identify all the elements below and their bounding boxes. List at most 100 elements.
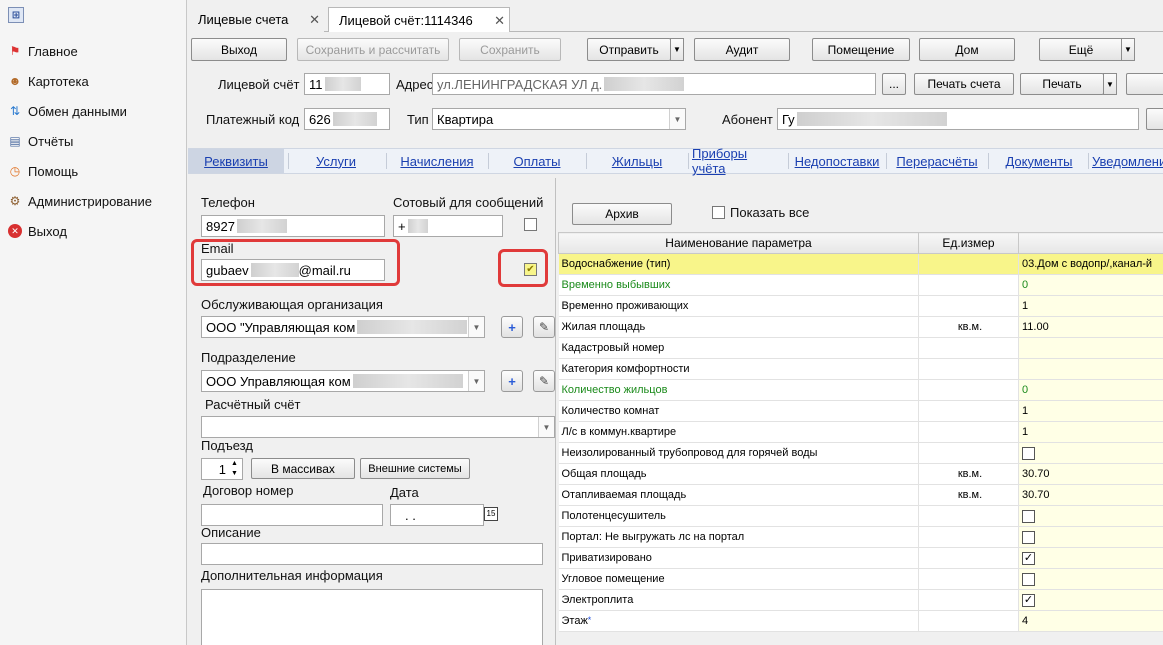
calendar-icon[interactable]: 15 [484,507,498,521]
table-row[interactable]: Жилая площадь кв.м. 11.00 [558,316,1163,338]
more-dropdown-icon[interactable]: ▼ [1121,38,1135,61]
extra-info-textarea[interactable] [201,589,543,645]
tab-shortfalls[interactable]: Недопоставки [792,149,882,173]
table-row[interactable]: Общая площадь кв.м. 30.70 [558,463,1163,485]
table-row[interactable]: Временно проживающих 1 [558,295,1163,317]
param-value-cell[interactable]: 0 [1018,274,1163,296]
mobile-checkbox[interactable] [524,218,537,231]
param-value-cell[interactable]: ✓ [1018,589,1163,611]
tab-requisites[interactable]: Реквизиты [188,149,284,173]
table-row[interactable]: Полотенцесушитель [558,505,1163,527]
external-systems-button[interactable]: Внешние системы [360,458,470,479]
sidebar-item-cardfile[interactable]: ☻ Картотека [0,66,186,96]
tab-documents[interactable]: Документы [994,149,1084,173]
show-all-checkbox[interactable] [712,206,725,219]
param-value-cell[interactable]: 03.Дом с водопр/,канал-й [1018,253,1163,275]
param-checkbox[interactable] [1022,530,1035,544]
sidebar-item-main[interactable]: ⚑ Главное [0,36,186,66]
arrays-button[interactable]: В массивах [251,458,355,479]
address-browse-button[interactable]: ... [882,73,906,95]
table-row[interactable]: Приватизировано ✓ [558,547,1163,569]
contract-field[interactable] [201,504,383,526]
close-icon[interactable]: ✕ [494,13,505,29]
param-value-cell[interactable]: ✓ [1018,547,1163,569]
tab-residents[interactable]: Жильцы [592,149,682,173]
table-row[interactable]: Неизолированный трубопровод для горячей … [558,442,1163,464]
tab-recalculations[interactable]: Перерасчёты [892,149,982,173]
table-row[interactable]: Водоснабжение (тип) 03.Дом с водопр/,кана… [558,253,1163,275]
entrance-stepper[interactable]: 1 ▲ ▼ [201,458,243,480]
param-checkbox[interactable] [1022,572,1035,586]
edit-org-button[interactable]: ✎ [533,316,555,338]
description-field[interactable] [201,543,543,565]
tab-charges[interactable]: Начисления [392,149,482,173]
param-value-cell[interactable]: 11.00 [1018,316,1163,338]
param-value-cell[interactable]: 1 [1018,400,1163,422]
param-value-cell[interactable] [1018,526,1163,548]
division-select[interactable]: ООО Управляющая ком ▼ [201,370,485,392]
table-row[interactable]: Л/с в коммун.квартире 1 [558,421,1163,443]
param-value-cell[interactable]: 4 [1018,610,1163,632]
org-select[interactable]: ООО "Управляющая ком ▼ [201,316,485,338]
sidebar-item-help[interactable]: ◷ Помощь [0,156,186,186]
column-header-name[interactable]: Наименование параметра [558,232,919,254]
table-row[interactable]: Категория комфортности [558,358,1163,380]
send-dropdown-icon[interactable]: ▼ [670,38,684,61]
tab-payments[interactable]: Оплаты [494,149,580,173]
table-row[interactable]: Портал: Не выгружать лс на портал [558,526,1163,548]
table-row[interactable]: Количество комнат 1 [558,400,1163,422]
app-menu-icon[interactable]: ⊞ [8,7,24,23]
save-calc-button[interactable]: Сохранить и рассчитать [297,38,449,61]
subscriber-field[interactable]: Гу [777,108,1139,130]
chevron-down-icon[interactable]: ▼ [538,417,554,437]
param-checkbox[interactable] [1022,446,1035,460]
house-button[interactable]: Дом [919,38,1015,61]
close-icon[interactable]: ✕ [309,12,320,28]
archive-button[interactable]: Архив [572,203,672,225]
premises-button[interactable]: Помещение [812,38,910,61]
account-number-field[interactable]: 11 [304,73,390,95]
print-button[interactable]: Печать [1020,73,1104,95]
param-value-cell[interactable] [1018,568,1163,590]
date-field[interactable]: . . [390,504,484,526]
sidebar-item-admin[interactable]: ⚙ Администрирование [0,186,186,216]
subscriber-browse-button[interactable] [1146,108,1163,130]
edit-division-button[interactable]: ✎ [533,370,555,392]
chevron-down-icon[interactable]: ▼ [669,109,685,129]
exit-button[interactable]: Выход [191,38,287,61]
table-row[interactable]: Количество жильцов 0 [558,379,1163,401]
tab-meters[interactable]: Приборы учёта [692,146,784,176]
address-field[interactable]: ул.ЛЕНИНГРАДСКАЯ УЛ д. [432,73,876,95]
param-value-cell[interactable]: 0 [1018,379,1163,401]
phone-field[interactable]: 8927 [201,215,385,237]
param-value-cell[interactable]: 30.70 [1018,463,1163,485]
more-button[interactable]: Ещё [1039,38,1123,61]
payment-code-field[interactable]: 626 [304,108,390,130]
param-value-cell[interactable]: 30.70 [1018,484,1163,506]
param-value-cell[interactable] [1018,337,1163,359]
param-checkbox[interactable] [1022,509,1035,523]
param-value-cell[interactable] [1018,442,1163,464]
column-header-unit[interactable]: Ед.измер [918,232,1019,254]
sidebar-item-exit[interactable]: ✕ Выход [0,216,186,246]
table-row[interactable]: Угловое помещение [558,568,1163,590]
audit-button[interactable]: Аудит [694,38,790,61]
add-division-button[interactable]: + [501,370,523,392]
spin-arrows-icon[interactable]: ▲ ▼ [228,459,241,479]
param-value-cell[interactable] [1018,358,1163,380]
sidebar-item-reports[interactable]: ▤ Отчёты [0,126,186,156]
tab-accounts[interactable]: Лицевые счета ✕ [188,7,324,32]
table-row[interactable]: Кадастровый номер [558,337,1163,359]
table-row[interactable]: Электроплита ✓ [558,589,1163,611]
extra-header-button[interactable] [1126,73,1163,95]
tab-services[interactable]: Услуги [292,149,380,173]
print-account-button[interactable]: Печать счета [914,73,1014,95]
param-value-cell[interactable]: 1 [1018,421,1163,443]
bank-account-select[interactable]: ▼ [201,416,555,438]
tab-account-detail[interactable]: Лицевой счёт:1114346 ✕ [328,7,510,33]
chevron-down-icon[interactable]: ▼ [468,371,484,391]
chevron-down-icon[interactable]: ▼ [468,317,484,337]
mobile-field[interactable]: + [393,215,503,237]
table-row[interactable]: Отапливаемая площадь кв.м. 30.70 [558,484,1163,506]
sidebar-item-exchange[interactable]: ⇅ Обмен данными [0,96,186,126]
